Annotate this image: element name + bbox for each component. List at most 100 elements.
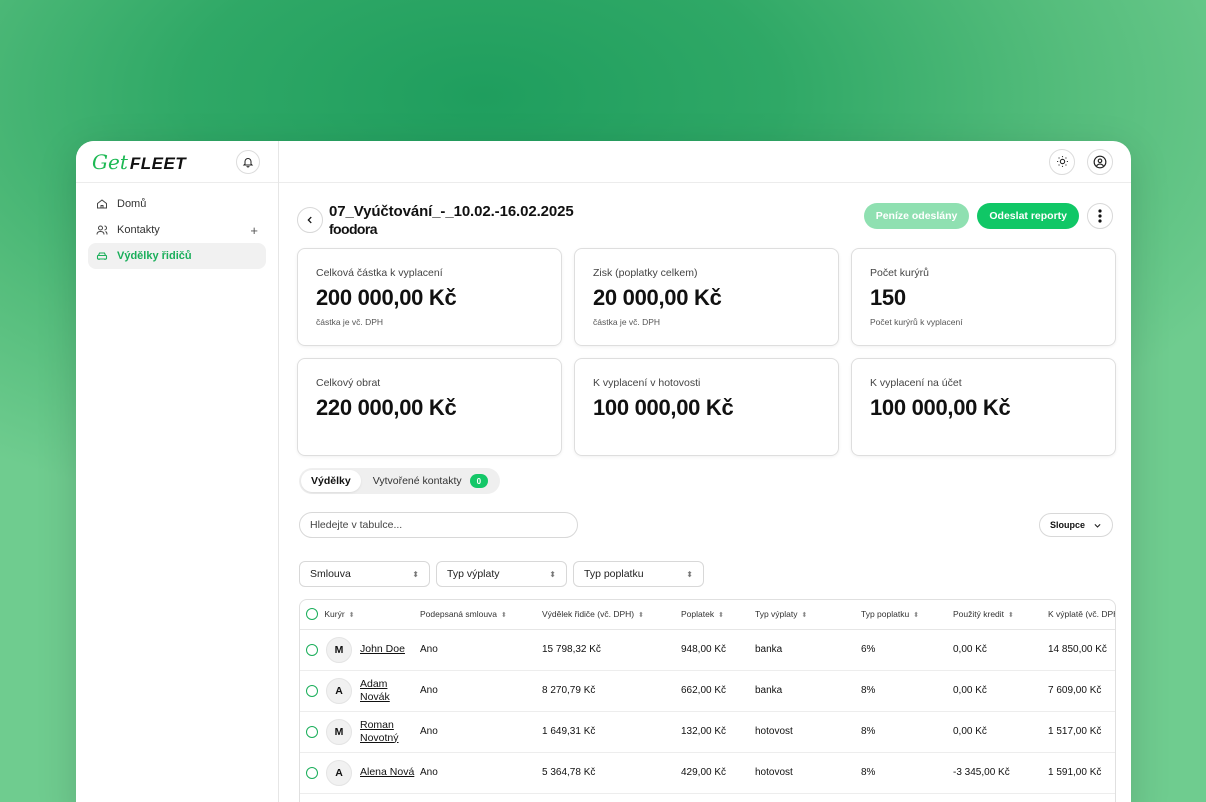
table-row[interactable]: M John Doe Ano 15 798,32 Kč 948,00 Kč ba… xyxy=(300,629,1115,671)
card-value: 150 xyxy=(870,285,906,310)
filters-bar: Smlouva ⬍ Typ výplaty ⬍ Typ poplatku ⬍ xyxy=(299,561,704,587)
row-select-radio[interactable] xyxy=(306,643,318,656)
row-select-radio[interactable] xyxy=(306,766,318,779)
cell-fee-type: 8% xyxy=(861,711,953,753)
avatar: A xyxy=(326,759,352,786)
filter-fee-type-select[interactable]: Typ poplatku ⬍ xyxy=(573,561,704,587)
back-button[interactable] xyxy=(297,207,323,233)
table-row[interactable]: A Alena Nová Ano 5 364,78 Kč 429,00 Kč h… xyxy=(300,752,1115,794)
avatar: M xyxy=(326,636,352,663)
contacts-icon xyxy=(96,225,108,235)
header-label: Typ poplatku xyxy=(861,609,910,620)
card-label: K vyplacení v hotovosti xyxy=(593,377,701,389)
column-header-to-pay[interactable]: K výplatě (vč. DPH) xyxy=(1048,600,1115,630)
cell-fee: 429,00 Kč xyxy=(681,752,755,794)
tab-created-contacts[interactable]: Vytvořené kontakty 0 xyxy=(363,470,498,492)
card-value: 200 000,00 Kč xyxy=(316,285,457,310)
send-reports-button[interactable]: Odeslat reporty xyxy=(977,203,1079,229)
cell-fee: 948,00 Kč xyxy=(681,629,755,671)
card-label: Zisk (poplatky celkem) xyxy=(593,267,698,279)
more-options-button[interactable] xyxy=(1087,203,1113,229)
filter-contract-select[interactable]: Smlouva ⬍ xyxy=(299,561,430,587)
card-total-turnover: Celkový obrat 220 000,00 Kč xyxy=(297,358,562,456)
row-select-radio[interactable] xyxy=(306,725,318,738)
filter-label: Typ poplatku xyxy=(584,568,644,580)
columns-button[interactable]: Sloupce xyxy=(1038,513,1113,537)
sidebar-item-driver-earnings[interactable]: Výdělky řidičů xyxy=(88,243,266,269)
card-value: 20 000,00 Kč xyxy=(593,285,722,310)
card-subtext: částka je vč. DPH xyxy=(316,317,384,327)
cell-contract: Ano xyxy=(420,670,542,712)
table-row[interactable]: A Adam Novák Ano 8 270,79 Kč 662,00 Kč b… xyxy=(300,670,1115,712)
table-row[interactable]: M Roman Novotný Ano 1 649,31 Kč 132,00 K… xyxy=(300,711,1115,753)
courier-name-link[interactable]: Adam Novák xyxy=(360,678,410,704)
earnings-table: Kurýr ⬍ Podepsaná smlouva ⬍ Výdělek řidiče… xyxy=(299,599,1116,802)
more-vertical-icon xyxy=(1098,209,1102,223)
sidebar-nav: Domů Kontakty + Výdělky řidičů xyxy=(76,183,278,277)
card-label: K vyplacení na účet xyxy=(870,377,962,389)
card-value: 100 000,00 Kč xyxy=(593,395,734,420)
courier-cell: M John Doe xyxy=(306,636,420,663)
notifications-button[interactable] xyxy=(236,149,260,174)
column-header-credit[interactable]: Použitý kredit ⬍ xyxy=(953,600,1048,630)
sort-icon: ⬍ xyxy=(718,612,724,620)
sort-icon: ⬍ xyxy=(1008,612,1014,620)
row-select-radio[interactable] xyxy=(306,684,318,697)
getfleet-logo[interactable]: Get FLEET xyxy=(92,150,186,174)
sort-icon: ⬍ xyxy=(348,611,355,619)
cell-contract: Ano xyxy=(420,752,542,794)
add-contact-button[interactable]: + xyxy=(250,223,258,238)
avatar: M xyxy=(326,718,352,745)
cell-to-pay: 1 517,00 Kč xyxy=(1048,711,1115,753)
cell-credit: 0,00 Kč xyxy=(953,670,1048,712)
cell-contract: Ano xyxy=(420,711,542,753)
sidebar: Get FLEET Domů Kontakty + Výdělky řidičů xyxy=(76,141,279,802)
cell-earnings: 1 649,31 Kč xyxy=(542,711,681,753)
cell-payout-type: hotovost xyxy=(755,752,861,794)
filter-payout-type-select[interactable]: Typ výplaty ⬍ xyxy=(436,561,567,587)
car-icon xyxy=(96,252,108,260)
sun-icon xyxy=(1056,156,1068,167)
courier-name-link[interactable]: Alena Nová xyxy=(360,766,420,779)
courier-name-link[interactable]: John Doe xyxy=(360,643,420,656)
column-header-payout-type[interactable]: Typ výplaty ⬍ xyxy=(755,600,861,630)
cell-credit: -3 345,00 Kč xyxy=(953,752,1048,794)
card-profit: Zisk (poplatky celkem) 20 000,00 Kč část… xyxy=(574,248,839,346)
filter-label: Smlouva xyxy=(310,568,351,580)
tab-earnings[interactable]: Výdělky xyxy=(301,470,361,492)
table-header-row: Kurýr ⬍ Podepsaná smlouva ⬍ Výdělek řidiče… xyxy=(300,600,1115,630)
table-search-input[interactable] xyxy=(299,512,578,538)
card-label: Celková částka k vyplacení xyxy=(316,267,443,279)
money-sent-button[interactable]: Peníze odeslány xyxy=(863,203,970,229)
column-header-fee-type[interactable]: Typ poplatku ⬍ xyxy=(861,600,953,630)
logo-get: Get xyxy=(92,149,128,174)
column-header-courier[interactable]: Kurýr ⬍ xyxy=(300,600,420,630)
logo-fleet: FLEET xyxy=(129,153,187,173)
cell-earnings: 5 364,78 Kč xyxy=(542,752,681,794)
main-content: 07_Vyúčtování_-_10.02.-16.02.2025 foodor… xyxy=(279,141,1131,802)
foodora-logo: foodora xyxy=(329,221,378,237)
cell-payout-type: banka xyxy=(755,629,861,671)
cell-fee-type: 6% xyxy=(861,629,953,671)
chevron-down-icon xyxy=(1094,523,1101,528)
courier-name-link[interactable]: Roman Novotný xyxy=(360,719,410,745)
sidebar-item-home[interactable]: Domů xyxy=(88,191,266,217)
select-all-radio[interactable] xyxy=(306,608,318,621)
column-header-fee[interactable]: Poplatek ⬍ xyxy=(681,600,755,630)
user-menu-button[interactable] xyxy=(1087,148,1113,175)
cell-to-pay: 14 850,00 Kč xyxy=(1048,629,1115,671)
sort-updown-icon: ⬍ xyxy=(549,569,556,579)
header-label: Použitý kredit xyxy=(953,609,1005,620)
sidebar-item-contacts[interactable]: Kontakty + xyxy=(88,217,266,243)
column-header-earnings[interactable]: Výdělek řidiče (vč. DPH) ⬍ xyxy=(542,600,681,630)
card-cash-payout: K vyplacení v hotovosti 100 000,00 Kč xyxy=(574,358,839,456)
header-label: Kurýr xyxy=(324,608,345,619)
theme-toggle-button[interactable] xyxy=(1049,148,1075,175)
header-actions: Peníze odeslány Odeslat reporty xyxy=(863,203,1113,229)
chevron-left-icon xyxy=(307,216,312,224)
bell-icon xyxy=(242,157,254,167)
column-header-contract[interactable]: Podepsaná smlouva ⬍ xyxy=(420,600,542,630)
tab-label: Vytvořené kontakty xyxy=(372,475,462,487)
cell-credit: 0,00 Kč xyxy=(953,629,1048,671)
courier-cell: A Adam Novák xyxy=(306,677,420,704)
